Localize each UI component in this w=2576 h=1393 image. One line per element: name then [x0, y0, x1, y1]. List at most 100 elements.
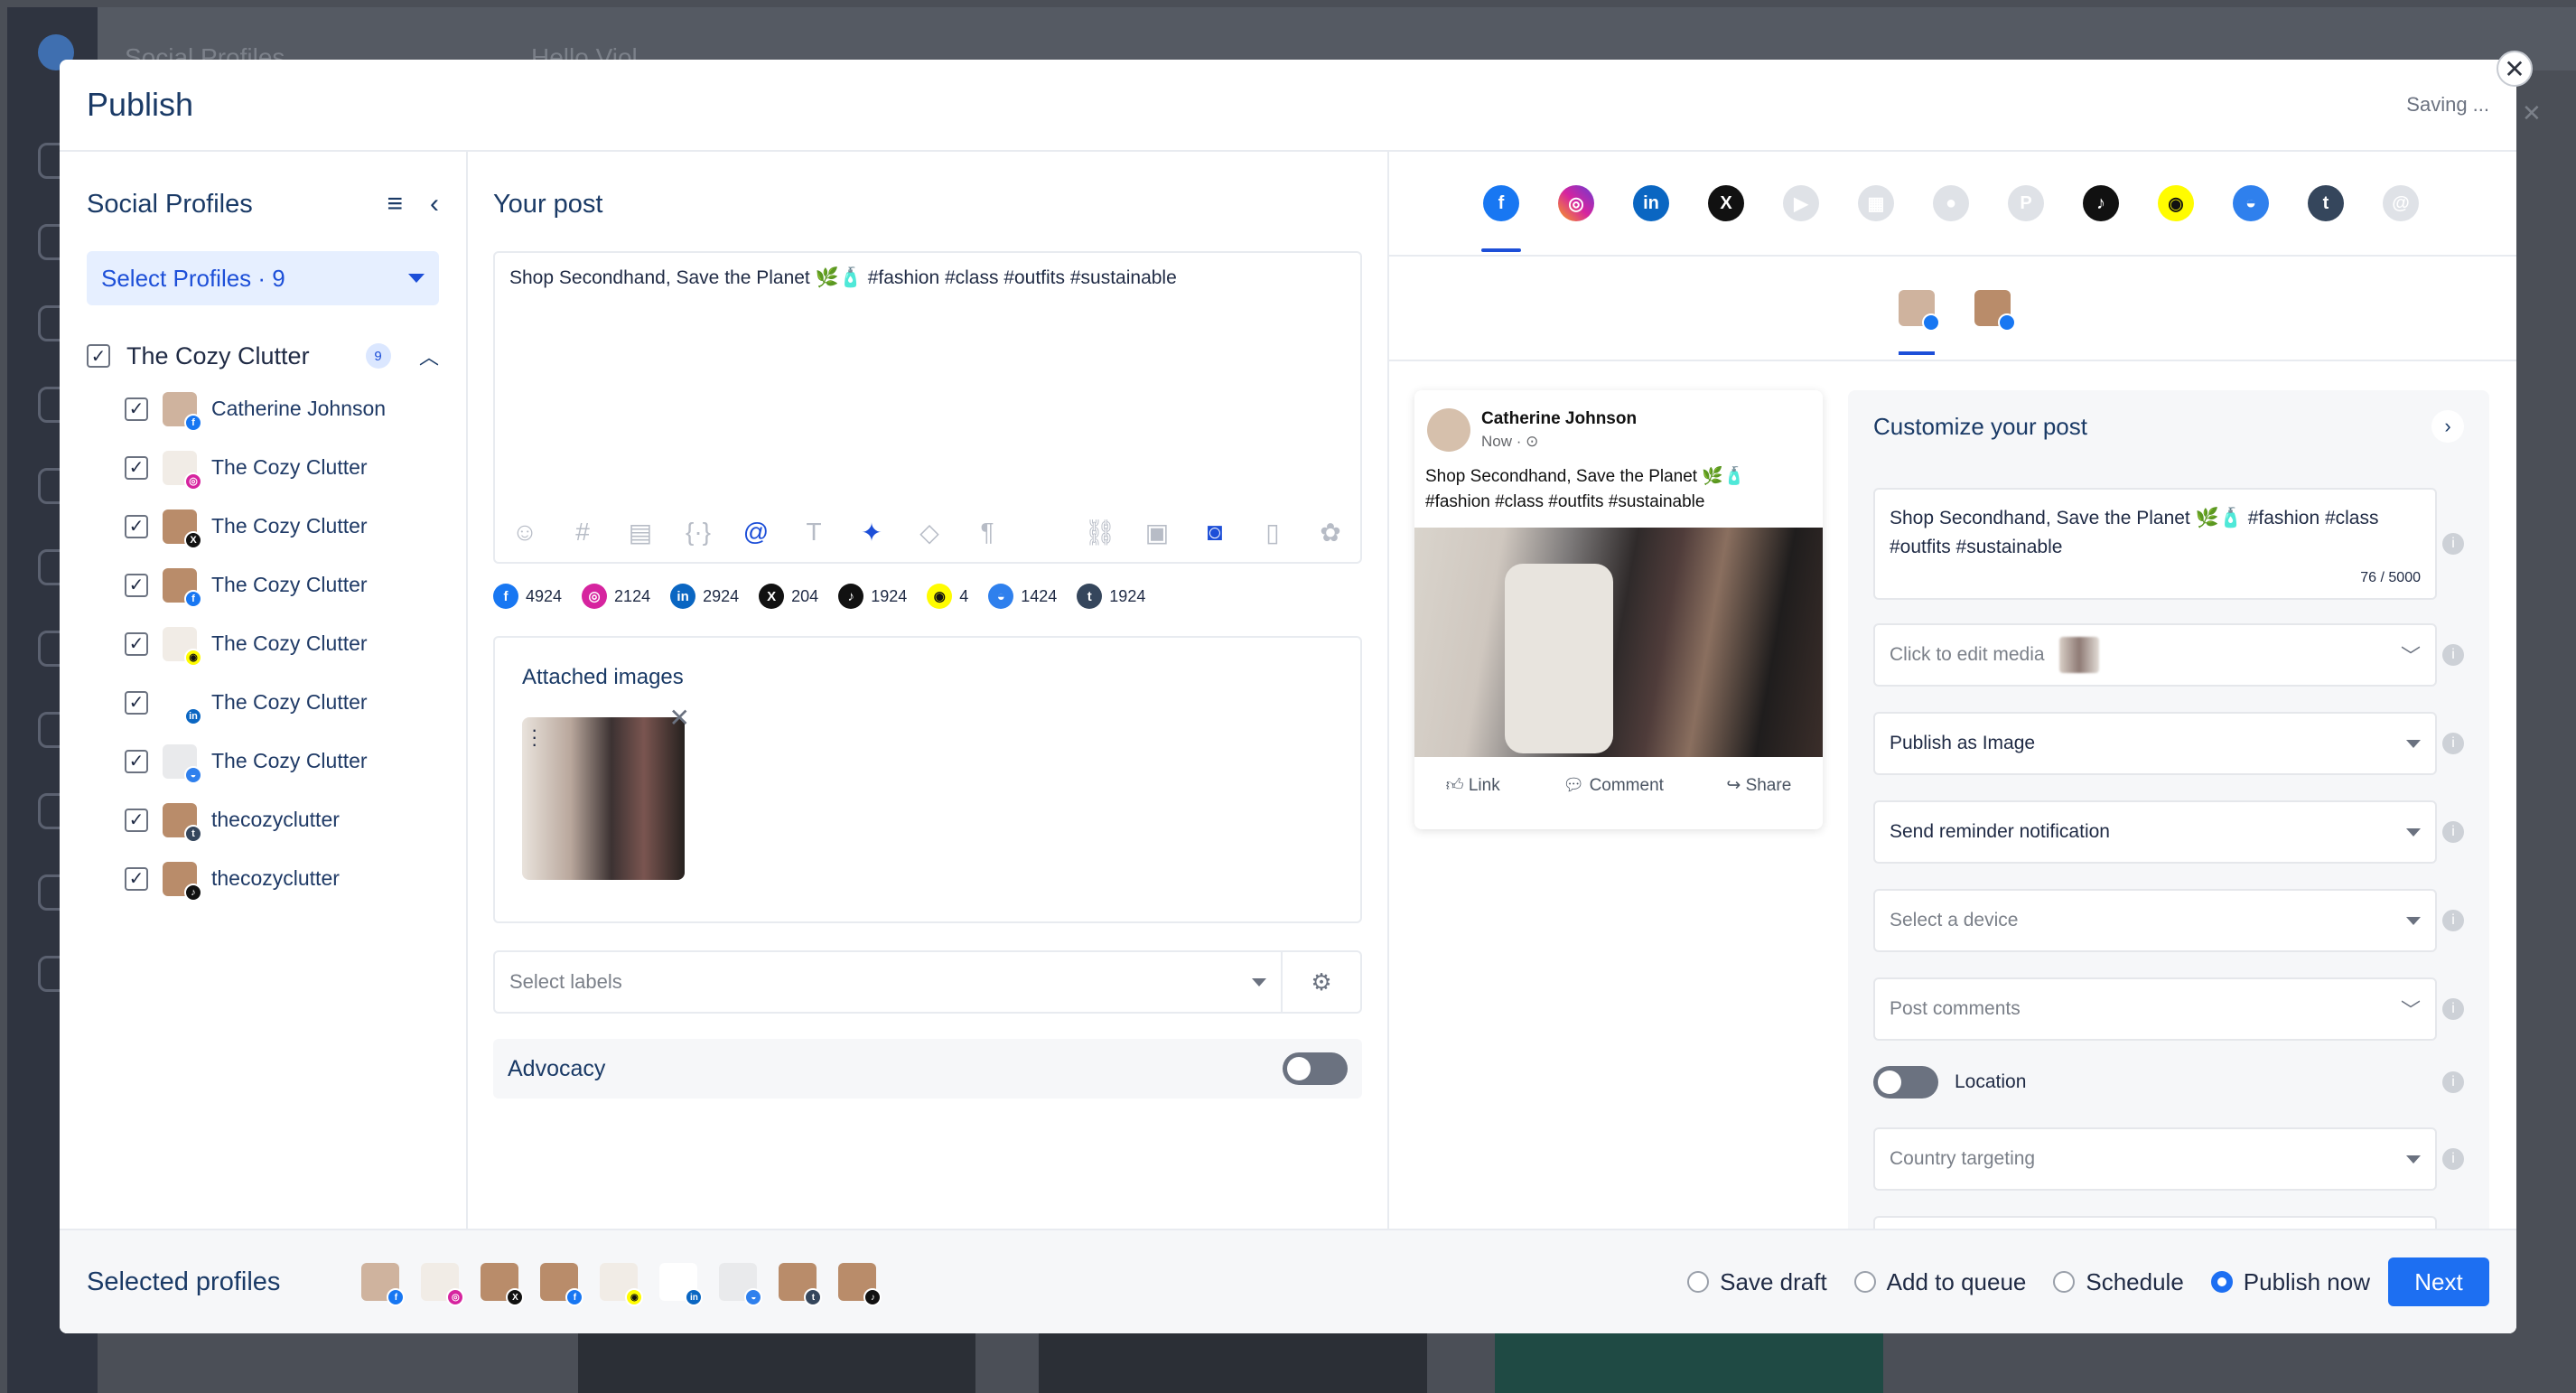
saving-status: Saving ... — [2406, 93, 2489, 116]
customize-text-field[interactable]: Shop Secondhand, Save the Planet 🌿🧴 #fas… — [1873, 488, 2437, 600]
info-icon[interactable]: i — [2442, 910, 2464, 931]
avatar: f — [361, 1263, 406, 1306]
labels-settings-button[interactable]: ⚙ — [1283, 950, 1362, 1014]
additional-option-field[interactable] — [1873, 1216, 2437, 1229]
snippet-icon[interactable]: ▤ — [625, 518, 656, 547]
profile-item[interactable]: ✓ t thecozyclutter — [125, 790, 439, 849]
device-dropdown[interactable]: Select a device — [1873, 889, 2437, 952]
edit-media-dropdown[interactable]: Click to edit media ﹀ — [1873, 623, 2437, 687]
info-icon[interactable]: i — [2442, 998, 2464, 1020]
location-toggle[interactable] — [1873, 1066, 1938, 1099]
customize-text[interactable]: Shop Secondhand, Save the Planet 🌿🧴 #fas… — [1890, 504, 2421, 562]
profile-checkbox[interactable]: ✓ — [125, 573, 148, 597]
shield-icon[interactable]: ◇ — [914, 518, 945, 547]
linkedin-icon[interactable]: in — [1633, 185, 1669, 221]
profile-item[interactable]: ✓ X The Cozy Clutter — [125, 497, 439, 556]
profile-checkbox[interactable]: ✓ — [125, 397, 148, 421]
profile-checkbox[interactable]: ✓ — [125, 690, 148, 715]
ai-magic-icon[interactable]: ✦ — [856, 518, 887, 547]
integrations-icon[interactable]: ✿ — [1315, 518, 1346, 547]
camera-icon[interactable]: ◙ — [1199, 518, 1230, 547]
select-profiles-dropdown[interactable]: Select Profiles · 9 — [87, 251, 439, 305]
document-icon[interactable]: ▯ — [1257, 518, 1288, 547]
mention-icon[interactable]: @ — [741, 518, 771, 547]
publish-option-radio[interactable]: Add to queue — [1853, 1268, 2026, 1296]
radio-icon[interactable] — [1853, 1271, 1876, 1293]
network-badge-icon: f — [387, 1288, 406, 1306]
chevron-up-icon[interactable]: ︿ — [419, 341, 439, 370]
profile-tab-catherine[interactable] — [1899, 290, 1940, 355]
reminder-dropdown[interactable]: Send reminder notification — [1873, 800, 2437, 864]
profile-checkbox[interactable]: ✓ — [125, 631, 148, 656]
tumblr-icon[interactable]: t — [2308, 185, 2344, 221]
remove-image-icon[interactable]: ✕ — [669, 703, 690, 733]
profile-checkbox[interactable]: ✓ — [125, 514, 148, 538]
profile-item[interactable]: ✓ f The Cozy Clutter — [125, 556, 439, 614]
advocacy-toggle[interactable] — [1283, 1052, 1348, 1085]
paragraph-icon[interactable]: ¶ — [972, 518, 1003, 547]
info-icon[interactable]: i — [2442, 644, 2464, 666]
profile-tab-cozy-clutter[interactable] — [1974, 290, 2016, 332]
x-icon[interactable]: X — [1708, 185, 1744, 221]
publish-option-radio[interactable]: Save draft — [1687, 1268, 1827, 1296]
attached-image-thumbnail[interactable]: · · · ✕ — [522, 704, 690, 880]
radio-icon[interactable] — [2053, 1271, 2076, 1293]
collapse-chevron-icon[interactable]: ‹ — [430, 189, 439, 220]
publish-option-radio[interactable]: Publish now — [2210, 1268, 2370, 1296]
link-icon[interactable]: ⛓ — [1084, 518, 1116, 547]
group-checkbox[interactable]: ✓ — [87, 344, 110, 368]
country-targeting-dropdown[interactable]: Country targeting — [1873, 1127, 2437, 1191]
character-count-value: 4924 — [526, 586, 563, 605]
pinterest-icon[interactable]: P — [2008, 185, 2044, 221]
instagram-icon[interactable]: ◎ — [1558, 185, 1594, 221]
gmb-icon[interactable]: ◒ — [2233, 185, 2269, 221]
network-badge-icon: X — [506, 1288, 525, 1306]
emoji-icon[interactable]: ☺ — [509, 518, 540, 547]
publish-option-radio[interactable]: Schedule — [2053, 1268, 2184, 1296]
facebook-icon[interactable]: f — [1481, 185, 1521, 252]
info-icon[interactable]: i — [2442, 1071, 2464, 1093]
reddit-icon[interactable]: ● — [1933, 185, 1969, 221]
hashtag-icon[interactable]: # — [567, 518, 598, 547]
labels-dropdown[interactable]: Select labels — [493, 950, 1283, 1014]
profile-item[interactable]: ✓ ◒ The Cozy Clutter — [125, 732, 439, 790]
radio-icon[interactable] — [2210, 1271, 2233, 1293]
next-button[interactable]: Next — [2388, 1257, 2489, 1306]
profile-item[interactable]: ✓ in The Cozy Clutter — [125, 673, 439, 732]
profile-name: thecozyclutter — [211, 866, 340, 890]
snapchat-icon[interactable]: ◉ — [2158, 185, 2194, 221]
profile-checkbox[interactable]: ✓ — [125, 749, 148, 773]
profile-item[interactable]: ✓ ◎ The Cozy Clutter — [125, 438, 439, 497]
radio-icon[interactable] — [1687, 1271, 1710, 1293]
profile-checkbox[interactable]: ✓ — [125, 866, 148, 891]
profile-checkbox[interactable]: ✓ — [125, 455, 148, 480]
post-editor[interactable]: Shop Secondhand, Save the Planet 🌿🧴 #fas… — [493, 251, 1362, 564]
media-library-icon[interactable]: ▣ — [1142, 518, 1172, 547]
post-comments-dropdown[interactable]: Post comments ﹀ — [1873, 977, 2437, 1041]
info-icon[interactable]: i — [2442, 821, 2464, 843]
google-business-icon[interactable]: ▦ — [1858, 185, 1894, 221]
network-badge-icon: ◒ — [744, 1288, 763, 1306]
more-options-icon[interactable]: · · · — [531, 720, 537, 754]
character-counts: f 4924 ◎ 2124 in 2924 X 204 ♪ 1924 ◉ 4 ◒ 1424 t 1924 — [493, 584, 1362, 609]
profile-group[interactable]: ✓ The Cozy Clutter 9 ︿ — [87, 338, 439, 374]
character-count-value: 204 — [791, 586, 819, 605]
profile-item[interactable]: ✓ f Catherine Johnson — [125, 379, 439, 438]
text-format-icon[interactable]: T — [798, 518, 829, 547]
info-icon[interactable]: i — [2442, 733, 2464, 754]
chevron-right-icon[interactable]: › — [2431, 410, 2464, 443]
tiktok-icon[interactable]: ♪ — [2083, 185, 2119, 221]
profile-checkbox[interactable]: ✓ — [125, 808, 148, 832]
post-text[interactable]: Shop Secondhand, Save the Planet 🌿🧴 #fas… — [509, 267, 1346, 289]
variable-icon[interactable]: {·} — [683, 518, 714, 547]
profile-item[interactable]: ✓ ♪ thecozyclutter — [125, 849, 439, 908]
info-icon[interactable]: i — [2442, 1148, 2464, 1170]
filter-icon[interactable]: ≡ — [387, 189, 403, 220]
youtube-icon[interactable]: ▶ — [1783, 185, 1819, 221]
background-close-icon: ✕ — [2522, 99, 2542, 126]
profile-item[interactable]: ✓ ◉ The Cozy Clutter — [125, 614, 439, 673]
info-icon[interactable]: i — [2442, 533, 2464, 555]
threads-icon[interactable]: @ — [2383, 185, 2419, 221]
modal-close-button[interactable]: ✕ — [2497, 51, 2533, 87]
publish-as-dropdown[interactable]: Publish as Image — [1873, 712, 2437, 775]
